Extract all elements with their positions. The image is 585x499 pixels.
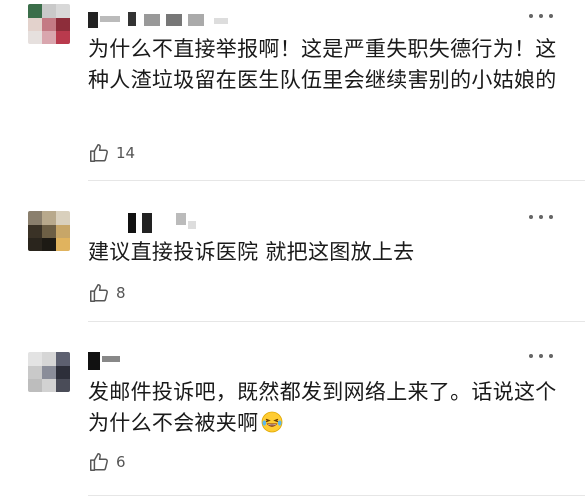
avatar[interactable] (28, 352, 70, 392)
username-redacted (88, 213, 198, 235)
divider (88, 495, 585, 496)
thumbs-up-icon (90, 144, 108, 162)
like-count: 14 (116, 144, 136, 162)
more-dots-icon (529, 354, 533, 358)
username-redacted (88, 350, 148, 372)
more-options-button[interactable] (529, 213, 553, 221)
comment-text-content: 发邮件投诉吧，既然都发到网络上来了。话说这个为什么不会被夹啊 (88, 380, 557, 435)
comment-text: 为什么不直接举报啊！这是严重失职失德行为！这种人渣垃圾留在医生队伍里会继续害别的… (88, 37, 557, 92)
avatar[interactable] (28, 211, 70, 251)
comment-item: 为什么不直接举报啊！这是严重失职失德行为！这种人渣垃圾留在医生队伍里会继续害别的… (0, 0, 585, 181)
like-count: 8 (116, 284, 126, 302)
thumbs-up-icon (90, 284, 108, 302)
like-count: 6 (116, 453, 126, 471)
comment-text: 建议直接投诉医院 就把这图放上去 (88, 240, 415, 264)
username-redacted (88, 8, 238, 30)
more-dots-icon (529, 14, 533, 18)
like-button[interactable]: 8 (88, 281, 126, 305)
comment-item: 发邮件投诉吧，既然都发到网络上来了。话说这个为什么不会被夹啊 6 (0, 322, 585, 499)
more-options-button[interactable] (529, 12, 553, 20)
avatar[interactable] (28, 4, 70, 44)
comment-item: 建议直接投诉医院 就把这图放上去 8 (0, 181, 585, 322)
like-button[interactable]: 6 (88, 450, 126, 474)
laughing-tears-emoji (262, 411, 283, 433)
thumbs-up-icon (90, 453, 108, 471)
more-options-button[interactable] (529, 352, 553, 360)
more-dots-icon (529, 215, 533, 219)
like-button[interactable]: 14 (88, 141, 135, 165)
comment-text: 发邮件投诉吧，既然都发到网络上来了。话说这个为什么不会被夹啊 (88, 377, 558, 439)
